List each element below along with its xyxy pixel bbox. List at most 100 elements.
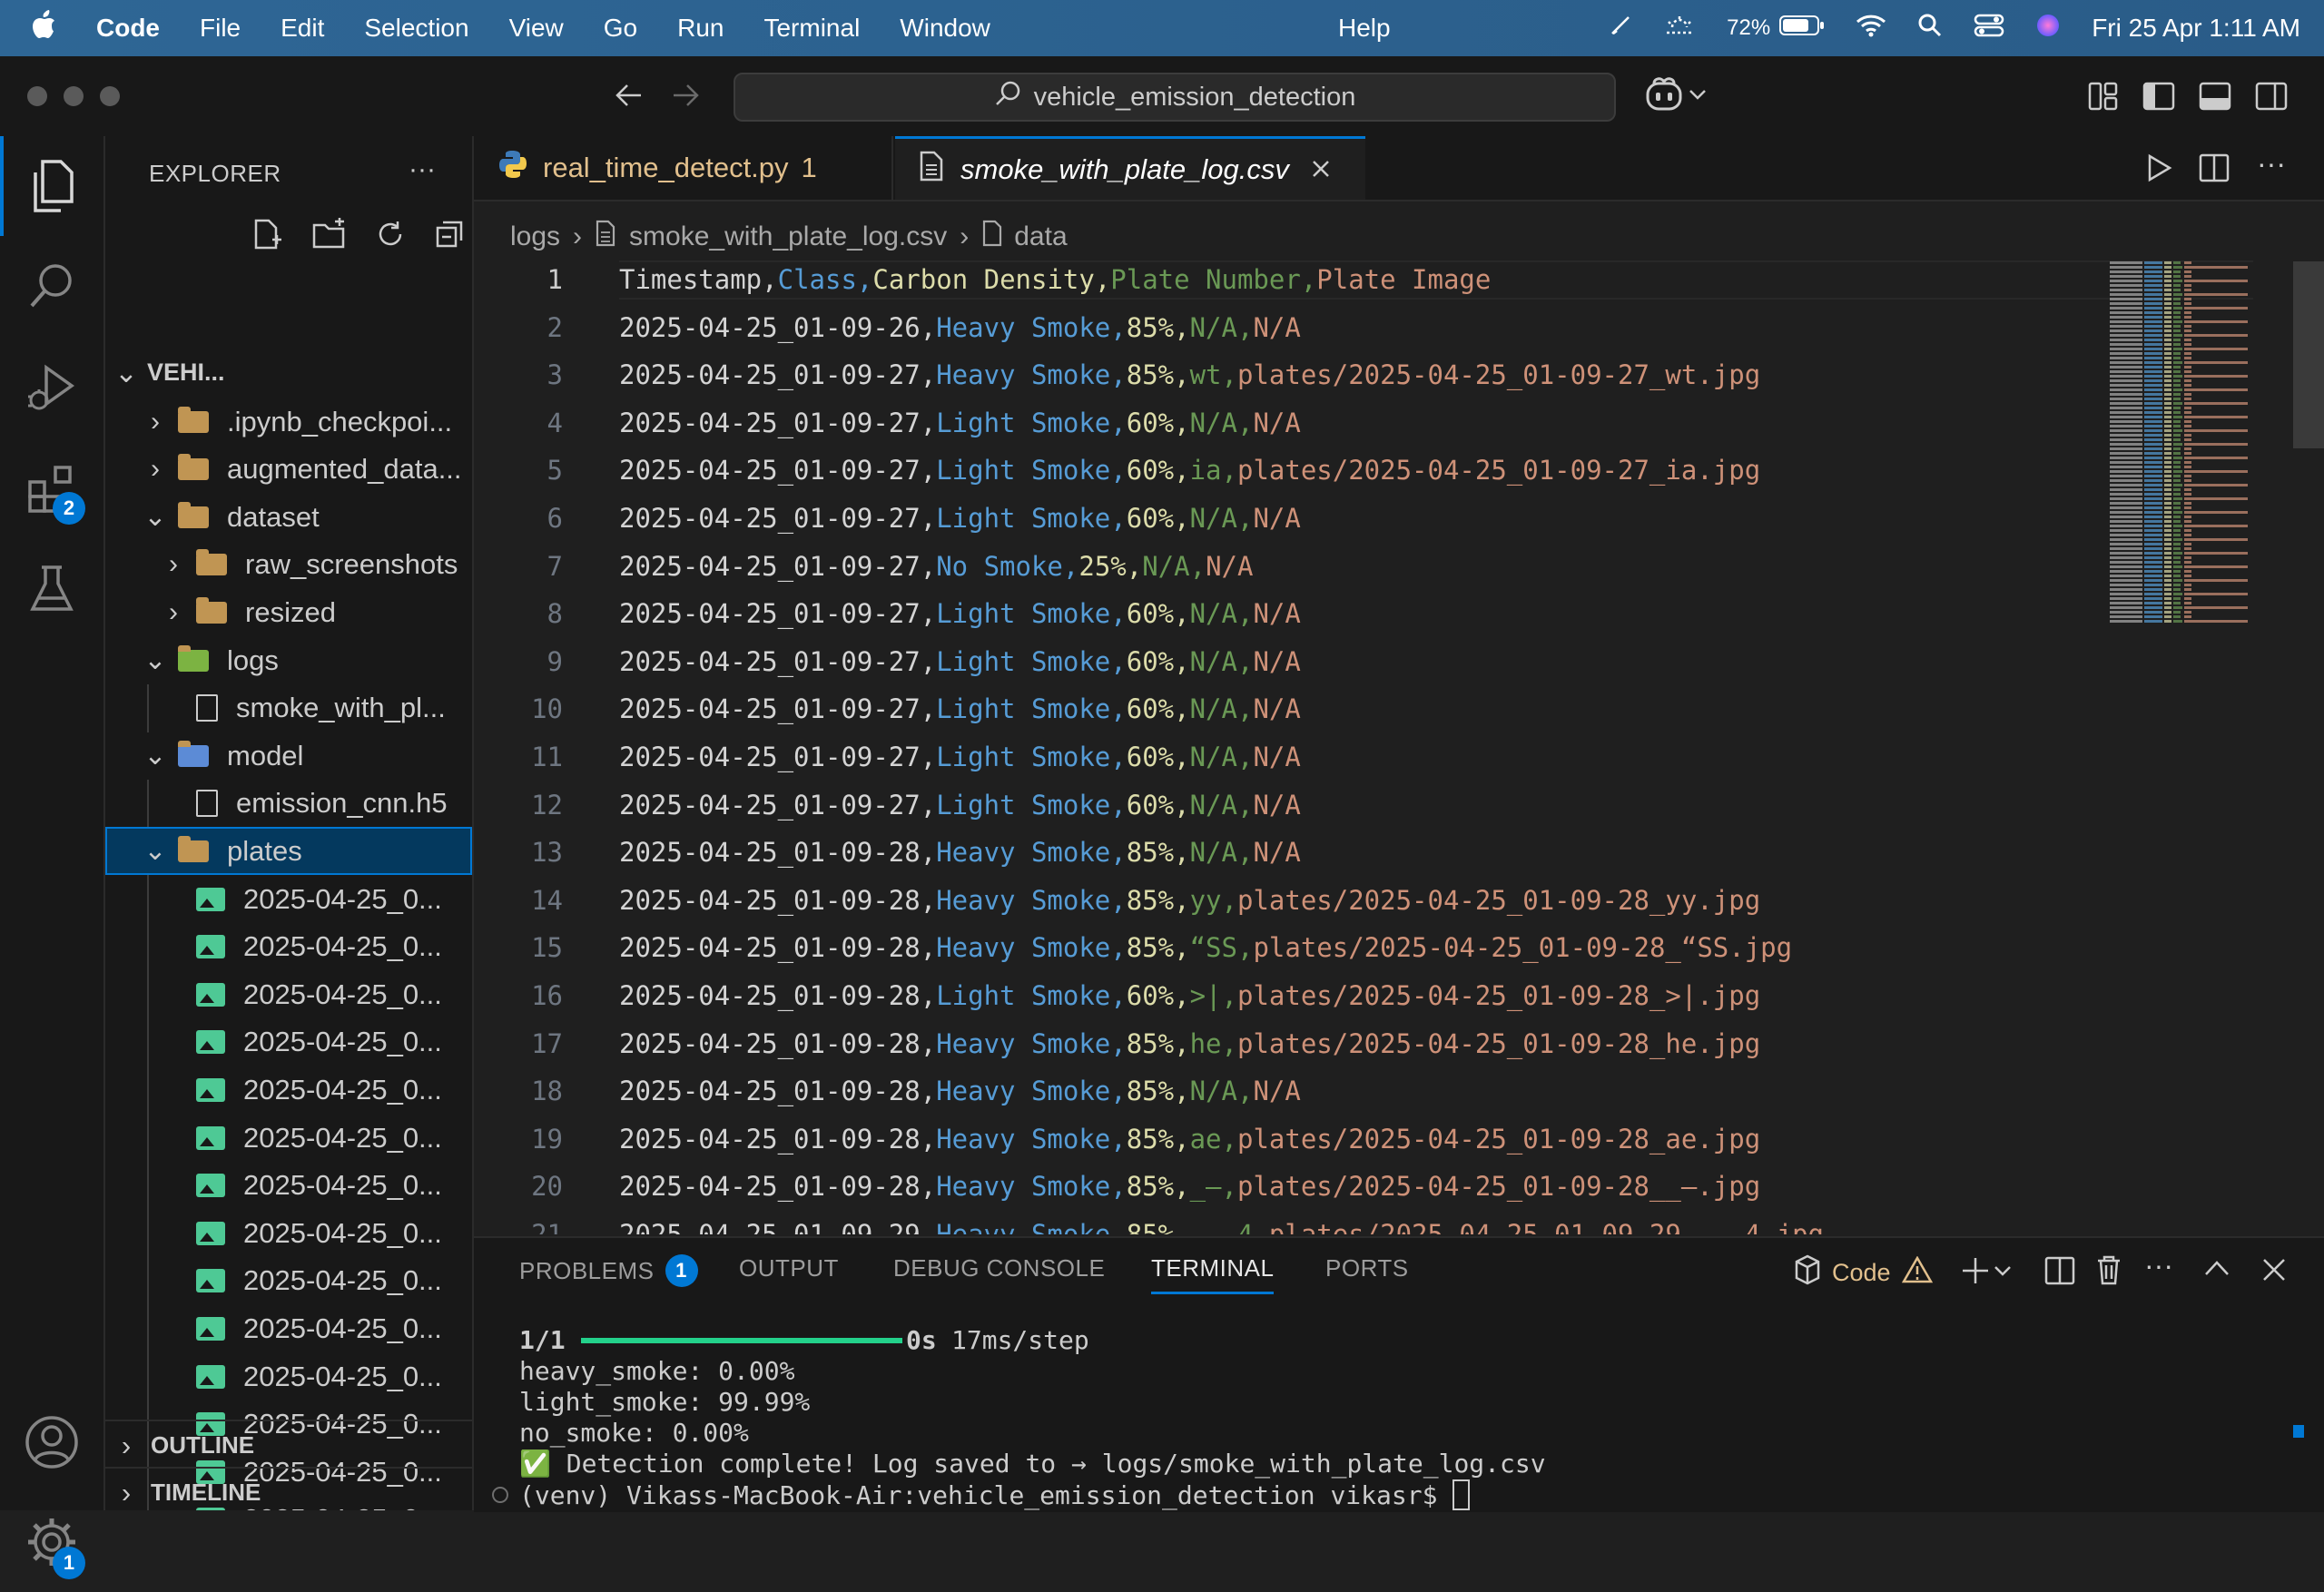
manage-gear-icon[interactable]: 1	[0, 1492, 103, 1592]
maximize-panel-chevron-up-icon[interactable]	[2204, 1258, 2230, 1282]
split-editor-icon[interactable]	[2199, 152, 2230, 188]
tree-file-item[interactable]: emission_cnn.h5	[105, 779, 472, 828]
battery-status[interactable]: 72%	[1727, 14, 1825, 43]
menu-help[interactable]: Help	[1338, 14, 1391, 43]
breadcrumb-file[interactable]: smoke_with_plate_log.csv	[629, 221, 947, 252]
tab-problems[interactable]: PROBLEMS 1	[519, 1254, 698, 1287]
tab-smoke-with-plate-log-csv[interactable]: smoke_with_plate_log.csv	[895, 136, 1365, 200]
tree-folder-item[interactable]: ⌄ plates	[105, 827, 472, 876]
menu-selection[interactable]: Selection	[364, 14, 468, 43]
weather-icon[interactable]	[1663, 14, 1696, 43]
forward-arrow-icon[interactable]	[670, 80, 701, 115]
progress-step: 17ms/step	[951, 1325, 1089, 1355]
line-number: 14	[531, 884, 563, 916]
accounts-icon[interactable]	[0, 1392, 103, 1492]
spotlight-search-icon[interactable]	[1917, 13, 1943, 44]
apple-icon[interactable]	[31, 10, 56, 46]
tree-folder-item[interactable]: ⌄ logs	[105, 636, 472, 684]
tree-file-item[interactable]: 2025-04-25_0...	[105, 1209, 472, 1258]
terminal-instance[interactable]: Code	[1794, 1254, 1933, 1292]
terminal-prompt-line[interactable]: (venv) Vikass-MacBook-Air:vehicle_emissi…	[519, 1479, 1471, 1510]
tree-folder-item[interactable]: › raw_screenshots	[105, 541, 472, 589]
tree-file-item[interactable]: 2025-04-25_0...	[105, 1066, 472, 1115]
run-file-icon[interactable]	[2144, 152, 2173, 188]
toggle-panel-icon[interactable]	[2199, 82, 2231, 115]
tab-terminal[interactable]: TERMINAL	[1151, 1254, 1275, 1294]
tree-file-item[interactable]: 2025-04-25_0...	[105, 922, 472, 971]
pen-off-icon[interactable]	[1609, 14, 1632, 44]
code-editor[interactable]: 1 Timestamp,Class,Carbon Density,Plate Nu…	[474, 257, 2324, 1234]
menu-run[interactable]: Run	[677, 14, 724, 43]
new-file-icon[interactable]	[251, 218, 283, 255]
menu-view[interactable]: View	[509, 14, 564, 43]
tree-file-item[interactable]: 2025-04-25_0...	[105, 1304, 472, 1353]
close-panel-icon[interactable]	[2262, 1258, 2286, 1286]
timeline-section-header[interactable]: › TIMELINE	[105, 1467, 472, 1510]
extensions-icon[interactable]: 2	[0, 439, 103, 539]
line-number: 21	[531, 1219, 563, 1234]
kill-terminal-trash-icon[interactable]	[2095, 1254, 2122, 1290]
explorer-root[interactable]: ⌄ VEHI...	[105, 349, 472, 397]
close-window-button[interactable]	[27, 86, 47, 106]
customize-layout-icon[interactable]	[2088, 82, 2119, 115]
testing-icon[interactable]	[0, 539, 103, 639]
tab-real-time-detect-py[interactable]: real_time_detect.py 1	[474, 136, 893, 200]
menu-terminal[interactable]: Terminal	[763, 14, 860, 43]
code-line: 18 2025-04-25_01-09-28,Heavy Smoke,85%,N/…	[474, 1072, 2108, 1111]
outline-section-header[interactable]: › OUTLINE	[105, 1420, 472, 1469]
tree-folder-item[interactable]: › .ipynb_checkpoi...	[105, 398, 472, 446]
back-arrow-icon[interactable]	[614, 80, 645, 115]
control-center-icon[interactable]	[1974, 13, 2004, 44]
line-content: 2025-04-25_01-09-27,Light Smoke,60%,N/A,…	[619, 789, 1301, 821]
tree-folder-item[interactable]: ⌄ model	[105, 732, 472, 780]
breadcrumb-folder[interactable]: logs	[510, 221, 560, 252]
tree-item-label: model	[227, 739, 304, 771]
tree-item-label: 2025-04-25_0...	[243, 882, 442, 915]
siri-icon[interactable]	[2035, 13, 2061, 44]
toggle-primary-sidebar-icon[interactable]	[2142, 82, 2175, 115]
toggle-secondary-sidebar-icon[interactable]	[2255, 82, 2288, 115]
tree-item-label: 2025-04-25_0...	[243, 978, 442, 1010]
wifi-icon[interactable]	[1856, 14, 1886, 44]
menu-file[interactable]: File	[200, 14, 241, 43]
tree-folder-item[interactable]: › resized	[105, 588, 472, 636]
explorer-icon[interactable]	[0, 136, 103, 236]
outline-label: OUTLINE	[151, 1431, 255, 1459]
new-folder-icon[interactable]	[311, 217, 348, 255]
menubar-datetime[interactable]: Fri 25 Apr 1:11 AM	[2092, 14, 2300, 43]
tree-file-item[interactable]: 2025-04-25_0...	[105, 875, 472, 923]
menu-app-name[interactable]: Code	[96, 14, 160, 43]
tab-close-icon[interactable]	[1311, 153, 1331, 186]
tab-output[interactable]: OUTPUT	[739, 1254, 839, 1282]
tab-ports[interactable]: PORTS	[1325, 1254, 1409, 1282]
tree-file-item[interactable]: smoke_with_pl...	[105, 683, 472, 732]
minimap[interactable]	[2108, 261, 2253, 634]
menu-go[interactable]: Go	[604, 14, 637, 43]
collapse-all-icon[interactable]	[434, 219, 465, 254]
split-terminal-icon[interactable]	[2044, 1256, 2075, 1290]
new-terminal-button[interactable]	[1961, 1256, 2012, 1290]
editor-scrollbar-thumb[interactable]	[2293, 261, 2324, 448]
panel-more-actions-icon[interactable]: ···	[2144, 1249, 2173, 1282]
search-view-icon[interactable]	[0, 236, 103, 336]
minimize-window-button[interactable]	[64, 86, 84, 106]
run-and-debug-icon[interactable]	[0, 338, 103, 437]
tree-folder-item[interactable]: ⌄ dataset	[105, 493, 472, 541]
menu-window[interactable]: Window	[900, 14, 990, 43]
tree-file-item[interactable]: 2025-04-25_0...	[105, 1017, 472, 1066]
tree-file-item[interactable]: 2025-04-25_0...	[105, 970, 472, 1019]
copilot-menu[interactable]	[1645, 76, 1707, 117]
maximize-window-button[interactable]	[100, 86, 120, 106]
tree-file-item[interactable]: 2025-04-25_0...	[105, 1352, 472, 1400]
editor-more-actions-icon[interactable]: ···	[2257, 147, 2286, 181]
refresh-icon[interactable]	[375, 219, 406, 254]
tree-file-item[interactable]: 2025-04-25_0...	[105, 1161, 472, 1210]
tree-file-item[interactable]: 2025-04-25_0...	[105, 1114, 472, 1162]
tree-file-item[interactable]: 2025-04-25_0...	[105, 1256, 472, 1305]
command-center-search[interactable]: vehicle_emission_detection	[734, 73, 1616, 122]
tree-folder-item[interactable]: › augmented_data...	[105, 446, 472, 494]
explorer-more-actions-icon[interactable]: ···	[409, 154, 436, 185]
menu-edit[interactable]: Edit	[281, 14, 324, 43]
breadcrumb-symbol[interactable]: data	[1014, 221, 1067, 252]
tab-debug-console[interactable]: DEBUG CONSOLE	[893, 1254, 1105, 1282]
